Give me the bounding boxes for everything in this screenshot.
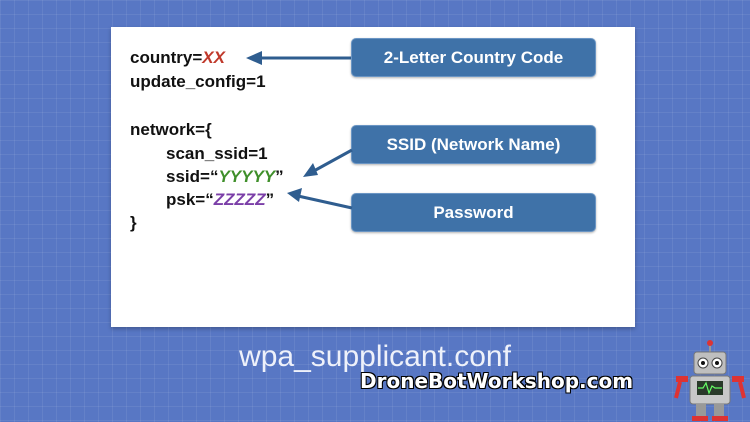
password-arrow	[297, 194, 353, 210]
robot-mascot-icon	[674, 340, 746, 421]
password-arrowhead	[287, 188, 302, 202]
country-arrowhead	[246, 51, 262, 65]
ssid-arrow	[311, 148, 353, 174]
ssid-arrowhead	[303, 163, 318, 177]
brand-watermark: DroneBotWorkshop.com	[360, 369, 634, 393]
